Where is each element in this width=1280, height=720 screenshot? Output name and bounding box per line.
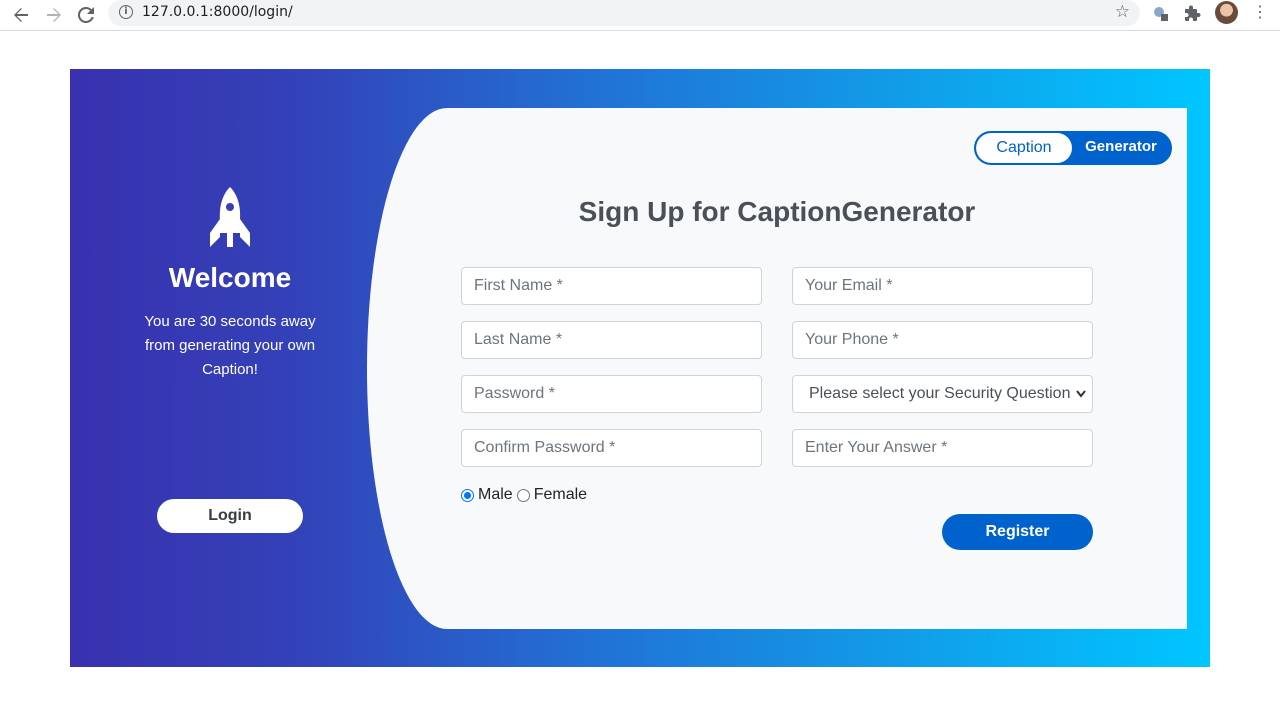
welcome-panel: Welcome You are 30 seconds away from gen…: [70, 69, 390, 667]
female-label: Female: [533, 486, 588, 503]
profile-avatar[interactable]: [1215, 1, 1238, 24]
first-name-input[interactable]: [461, 267, 762, 305]
last-name-input[interactable]: [461, 321, 762, 359]
email-input[interactable]: [792, 267, 1093, 305]
security-question-value: Please select your Security Question: [809, 385, 1071, 402]
back-icon[interactable]: [8, 2, 34, 28]
extensions-puzzle-icon[interactable]: [1182, 3, 1204, 25]
tab-caption[interactable]: Caption: [976, 133, 1072, 163]
bookmark-star-icon[interactable]: ☆: [1115, 2, 1130, 22]
address-bar[interactable]: i 127.0.0.1:8000/login/ ☆: [108, 0, 1140, 26]
welcome-tagline: You are 30 seconds away from generating …: [144, 313, 316, 378]
form-title: Sign Up for CaptionGenerator: [578, 196, 976, 227]
caption-generator-toggle[interactable]: Caption Generator: [974, 131, 1172, 165]
url-text: 127.0.0.1:8000/login/: [142, 4, 293, 20]
chevron-down-icon: [1076, 376, 1086, 426]
reload-icon[interactable]: [73, 2, 99, 28]
site-info-icon[interactable]: i: [119, 5, 133, 19]
male-radio[interactable]: [461, 488, 474, 502]
rocket-icon: [210, 187, 250, 247]
confirm-password-input[interactable]: [461, 429, 762, 467]
register-banner: Welcome You are 30 seconds away from gen…: [70, 69, 1210, 667]
forward-icon[interactable]: [41, 2, 67, 28]
register-button[interactable]: Register: [942, 514, 1093, 550]
welcome-heading: Welcome: [168, 262, 292, 293]
phone-input[interactable]: [792, 321, 1093, 359]
password-input[interactable]: [461, 375, 762, 413]
security-question-select[interactable]: Please select your Security Question: [792, 375, 1093, 413]
browser-toolbar: i 127.0.0.1:8000/login/ ☆ ⋮: [0, 0, 1280, 31]
signup-card: Caption Generator Sign Up for CaptionGen…: [367, 108, 1187, 629]
male-label: Male: [478, 486, 513, 503]
female-radio[interactable]: [516, 488, 530, 502]
security-answer-input[interactable]: [792, 429, 1093, 467]
menu-dots-icon[interactable]: ⋮: [1252, 3, 1268, 23]
extension-translate-icon[interactable]: [1150, 3, 1172, 25]
gender-radio-group: Male Female: [461, 486, 591, 504]
tab-generator[interactable]: Generator: [1072, 133, 1170, 163]
login-button[interactable]: Login: [157, 499, 303, 533]
